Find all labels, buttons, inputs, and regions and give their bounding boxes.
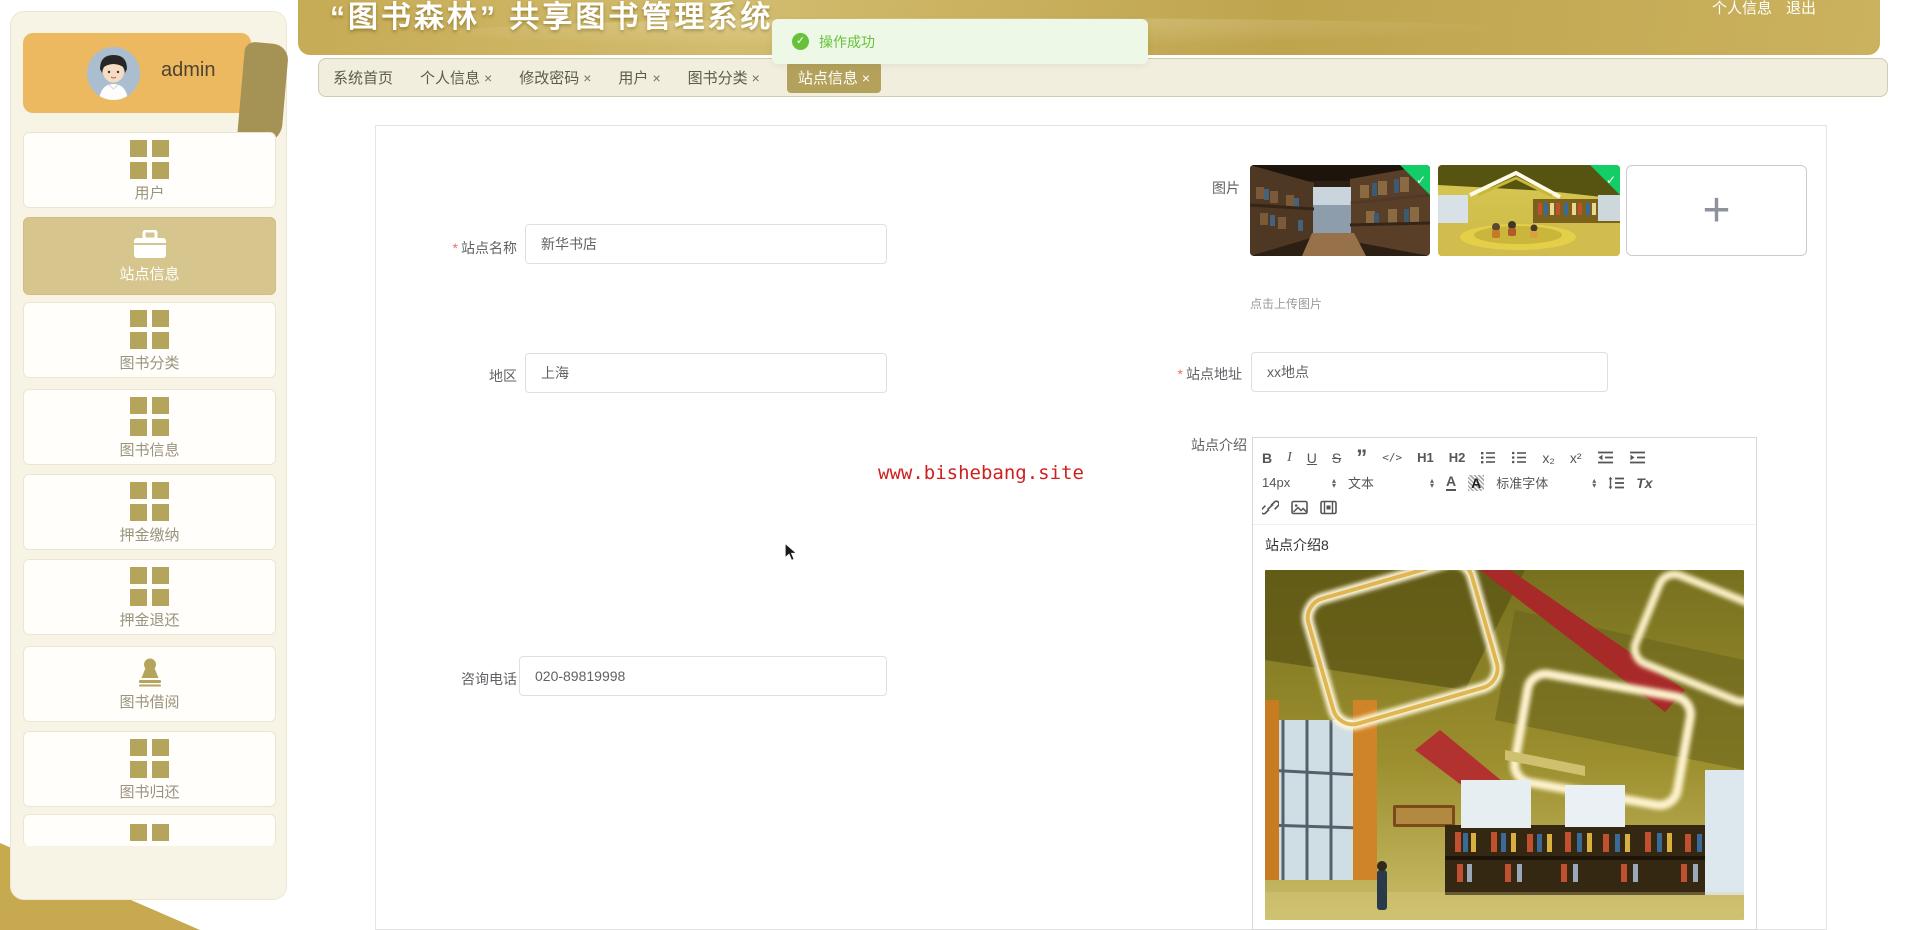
region-label: 地区 xyxy=(367,366,517,386)
decor-torn-paper xyxy=(237,41,290,144)
bold-button[interactable]: B xyxy=(1262,451,1272,465)
check-icon: ✓ xyxy=(1606,174,1616,186)
site-intro-label: 站点介绍 xyxy=(1097,435,1247,455)
strikethrough-button[interactable]: S xyxy=(1332,451,1341,465)
site-name-label: *站点名称 xyxy=(367,238,517,258)
close-icon[interactable]: × xyxy=(652,70,660,86)
grid-icon xyxy=(130,824,169,846)
line-height-icon[interactable] xyxy=(1608,476,1624,490)
grid-icon xyxy=(130,397,169,436)
user-card: admin xyxy=(23,33,251,113)
image-icon[interactable] xyxy=(1291,500,1308,515)
tab-users[interactable]: 用户× xyxy=(618,67,660,88)
success-check-icon: ✓ xyxy=(792,33,809,50)
app-root: “图书森林” 共享图书管理系统 个人信息 退出 ✓ 操作成功 系统首页 个人信息… xyxy=(0,0,1920,930)
app-title: “图书森林” 共享图书管理系统 xyxy=(330,0,773,36)
watermark-text: www.bishebang.site xyxy=(878,462,1084,484)
mouse-cursor xyxy=(784,542,802,562)
heading2-button[interactable]: H2 xyxy=(1449,451,1466,464)
stamp-icon xyxy=(133,658,167,688)
tab-home[interactable]: 系统首页 xyxy=(333,67,393,88)
blockquote-button[interactable]: ” xyxy=(1356,452,1367,464)
updown-arrows-icon: ▴▾ xyxy=(1430,478,1434,488)
sidebar-item-book-info[interactable]: 图书信息 xyxy=(23,389,276,465)
grid-icon xyxy=(130,310,169,349)
ordered-list-icon[interactable] xyxy=(1480,450,1496,465)
outdent-icon[interactable] xyxy=(1597,450,1614,465)
uploaded-image-2[interactable]: ✓ xyxy=(1438,165,1620,256)
images-label: 图片 xyxy=(1090,178,1240,198)
indent-icon[interactable] xyxy=(1629,450,1646,465)
site-address-input[interactable] xyxy=(1251,352,1608,392)
subscript-button[interactable]: x₂ xyxy=(1542,451,1554,465)
success-toast: ✓ 操作成功 xyxy=(772,19,1148,64)
video-icon[interactable] xyxy=(1320,500,1337,515)
font-size-dropdown[interactable]: 14px ▴▾ xyxy=(1262,475,1336,490)
unordered-list-icon[interactable] xyxy=(1511,450,1527,465)
toast-message: 操作成功 xyxy=(819,32,875,52)
site-name-input[interactable] xyxy=(525,224,887,264)
grid-icon xyxy=(130,140,169,179)
italic-button[interactable]: I xyxy=(1287,451,1292,465)
editor-paragraph: 站点介绍8 xyxy=(1265,535,1744,555)
tab-book-category[interactable]: 图书分类× xyxy=(688,67,760,88)
updown-arrows-icon: ▴▾ xyxy=(1332,478,1336,488)
grid-icon xyxy=(130,482,169,521)
briefcase-icon xyxy=(132,230,168,260)
close-icon[interactable]: × xyxy=(752,70,760,86)
sidebar-item-partial[interactable] xyxy=(23,814,276,846)
clear-format-button[interactable]: Tx xyxy=(1636,476,1652,490)
region-input[interactable] xyxy=(525,353,887,393)
phone-input[interactable] xyxy=(519,656,887,696)
updown-arrows-icon: ▴▾ xyxy=(1592,478,1596,488)
editor-toolbar: B I U S ” </> H1 H2 x₂ x² xyxy=(1253,438,1756,525)
tab-change-password[interactable]: 修改密码× xyxy=(519,67,591,88)
superscript-button[interactable]: x² xyxy=(1570,451,1582,465)
sidebar-item-book-return[interactable]: 图书归还 xyxy=(23,731,276,807)
close-icon[interactable]: × xyxy=(583,70,591,86)
library-interior-photo xyxy=(1265,570,1744,920)
uploaded-image-1[interactable]: ✓ xyxy=(1250,165,1430,256)
close-icon[interactable]: × xyxy=(862,70,870,86)
avatar-illustration xyxy=(87,47,140,100)
avatar xyxy=(87,47,140,100)
heading1-button[interactable]: H1 xyxy=(1417,451,1434,464)
sidebar-item-site-info[interactable]: 站点信息 xyxy=(23,217,276,295)
grid-icon xyxy=(130,567,169,606)
grid-icon xyxy=(130,739,169,778)
rich-text-editor: B I U S ” </> H1 H2 x₂ x² xyxy=(1252,437,1757,930)
check-icon: ✓ xyxy=(1416,174,1426,186)
font-family-dropdown[interactable]: 标准字体 ▴▾ xyxy=(1496,473,1596,492)
link-icon[interactable] xyxy=(1262,500,1279,515)
sidebar-item-book-category[interactable]: 图书分类 xyxy=(23,302,276,378)
username: admin xyxy=(161,59,215,82)
sidebar-item-deposit-pay[interactable]: 押金缴纳 xyxy=(23,474,276,550)
profile-link[interactable]: 个人信息 xyxy=(1712,0,1772,18)
logout-link[interactable]: 退出 xyxy=(1786,0,1816,18)
upload-hint: 点击上传图片 xyxy=(1250,295,1322,312)
close-icon[interactable]: × xyxy=(484,70,492,86)
tab-profile[interactable]: 个人信息× xyxy=(420,67,492,88)
code-button[interactable]: </> xyxy=(1382,452,1402,463)
sidebar-item-book-borrow[interactable]: 图书借阅 xyxy=(23,646,276,722)
editor-content-area[interactable]: 站点介绍8 xyxy=(1253,525,1756,930)
format-dropdown[interactable]: 文本 ▴▾ xyxy=(1348,473,1434,492)
header-nav: 个人信息 退出 xyxy=(1712,0,1816,18)
phone-label: 咨询电话 xyxy=(367,669,517,689)
underline-button[interactable]: U xyxy=(1307,451,1317,465)
sidebar: admin 用户 站点信息 图书分类 图书信息 押金缴纳 xyxy=(10,11,287,900)
sidebar-item-deposit-refund[interactable]: 押金退还 xyxy=(23,559,276,635)
font-color-button[interactable]: A xyxy=(1446,474,1456,491)
upload-image-button[interactable]: + xyxy=(1626,165,1807,256)
site-address-label: *站点地址 xyxy=(1092,364,1242,384)
sidebar-item-users[interactable]: 用户 xyxy=(23,132,276,208)
plus-icon: + xyxy=(1702,187,1730,235)
tab-site-info[interactable]: 站点信息× xyxy=(787,62,881,93)
highlight-color-button[interactable]: A xyxy=(1468,475,1484,491)
